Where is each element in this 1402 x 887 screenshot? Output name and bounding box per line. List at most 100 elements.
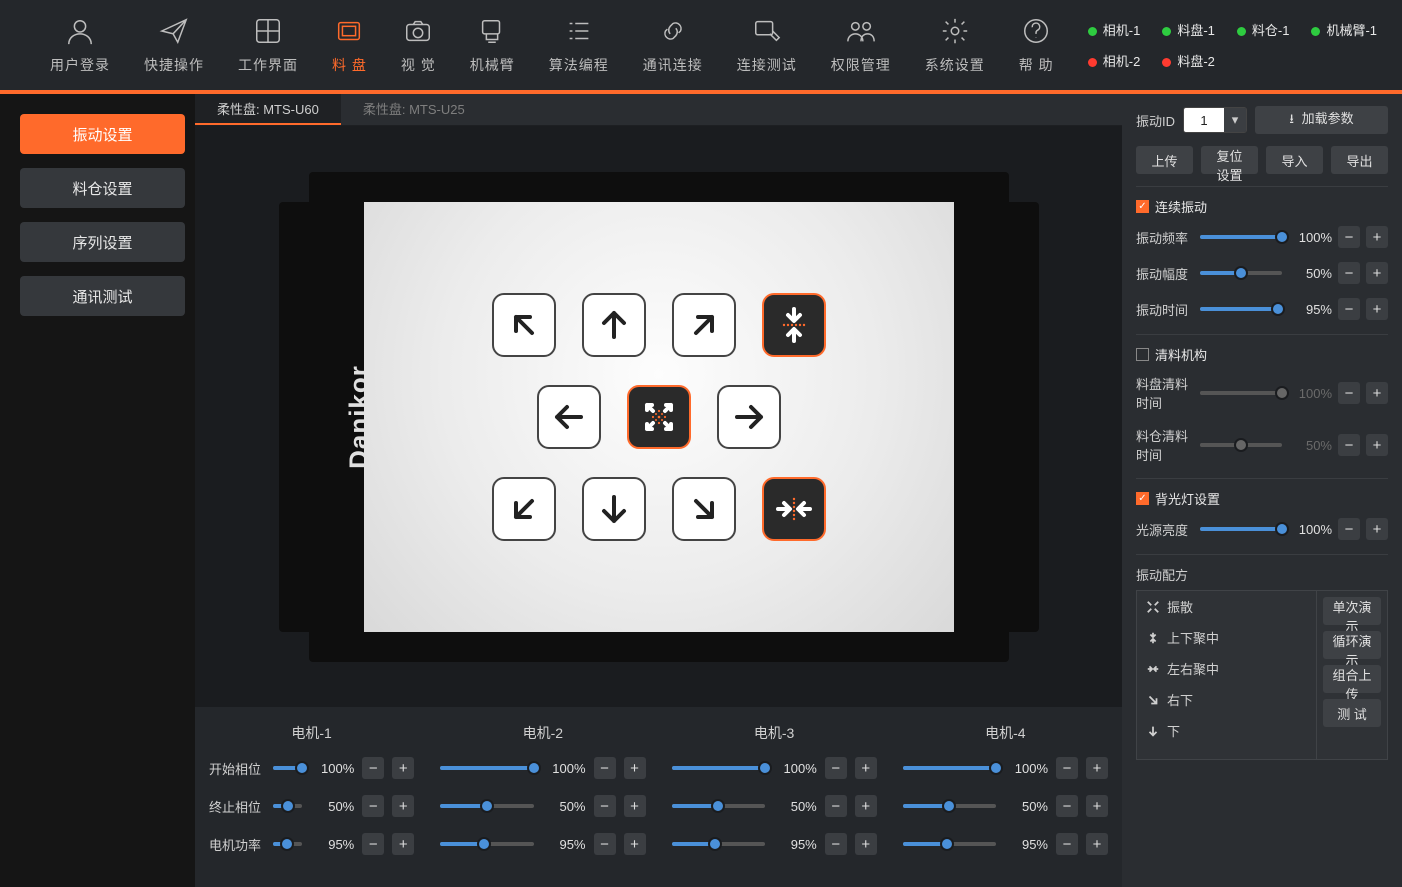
decrement-button[interactable]: − <box>362 757 384 779</box>
chevron-down-icon[interactable]: ▾ <box>1224 108 1246 132</box>
nav-item-link[interactable]: 通讯连接 <box>643 15 703 75</box>
increment-button[interactable]: + <box>1366 262 1388 284</box>
export-button[interactable]: 导出 <box>1331 146 1388 174</box>
side-tab-料仓设置[interactable]: 料仓设置 <box>20 168 185 208</box>
slider[interactable] <box>273 766 302 770</box>
nav-item-camera[interactable]: 视 觉 <box>401 15 436 75</box>
increment-button[interactable]: + <box>1366 298 1388 320</box>
load-params-button[interactable]: ⭳ 加载参数 <box>1255 106 1388 134</box>
decrement-button[interactable]: − <box>825 795 847 817</box>
decrement-button[interactable]: − <box>362 833 384 855</box>
slider[interactable] <box>672 766 765 770</box>
decrement-button[interactable]: − <box>594 757 616 779</box>
nav-item-arm[interactable]: 机械臂 <box>470 15 515 75</box>
slider[interactable] <box>903 842 996 846</box>
decrement-button[interactable]: − <box>825 757 847 779</box>
dir-btn-up-left[interactable] <box>492 293 556 357</box>
tab-柔性盘: MTS-U60[interactable]: 柔性盘: MTS-U60 <box>195 94 341 125</box>
dir-btn-right[interactable] <box>717 385 781 449</box>
decrement-button[interactable]: − <box>1338 518 1360 540</box>
nav-item-test[interactable]: 连接测试 <box>737 15 797 75</box>
recipe-btn-组合上传[interactable]: 组合上传 <box>1323 665 1381 693</box>
increment-button[interactable]: + <box>1366 226 1388 248</box>
slider[interactable] <box>440 804 533 808</box>
dir-btn-up-right[interactable] <box>672 293 736 357</box>
tab-柔性盘: MTS-U25[interactable]: 柔性盘: MTS-U25 <box>341 94 487 125</box>
slider[interactable] <box>903 804 996 808</box>
side-tab-通讯测试[interactable]: 通讯测试 <box>20 276 185 316</box>
recipe-item-振散[interactable]: 振散 <box>1137 591 1316 622</box>
vib-id-select[interactable]: 1 ▾ <box>1183 107 1247 133</box>
nav-item-list[interactable]: 算法编程 <box>549 15 609 75</box>
dir-btn-down[interactable] <box>582 477 646 541</box>
increment-button[interactable]: + <box>855 757 877 779</box>
nav-item-help[interactable]: 帮 助 <box>1019 15 1054 75</box>
decrement-button[interactable]: − <box>1056 757 1078 779</box>
increment-button[interactable]: + <box>855 833 877 855</box>
slider[interactable] <box>672 804 765 808</box>
recipe-item-上下聚中[interactable]: 上下聚中 <box>1137 622 1316 653</box>
recipe-item-左右聚中[interactable]: 左右聚中 <box>1137 653 1316 684</box>
recipe-item-下[interactable]: 下 <box>1137 715 1316 746</box>
decrement-button[interactable]: − <box>594 795 616 817</box>
recipe-btn-测 试[interactable]: 测 试 <box>1323 699 1381 727</box>
recipe-btn-单次演示[interactable]: 单次演示 <box>1323 597 1381 625</box>
dir-btn-converge-horizontal[interactable] <box>762 477 826 541</box>
slider[interactable] <box>1200 235 1282 239</box>
side-tab-振动设置[interactable]: 振动设置 <box>20 114 185 154</box>
increment-button[interactable]: + <box>392 795 414 817</box>
dir-btn-scatter[interactable] <box>627 385 691 449</box>
slider[interactable] <box>273 842 302 846</box>
decrement-button[interactable]: − <box>1056 833 1078 855</box>
increment-button[interactable]: + <box>392 833 414 855</box>
decrement-button[interactable]: − <box>825 833 847 855</box>
recipe-list[interactable]: 振散上下聚中左右聚中右下下 <box>1137 591 1317 759</box>
reset-button[interactable]: 复位设置 <box>1201 146 1258 174</box>
increment-button[interactable]: + <box>1086 833 1108 855</box>
increment-button[interactable]: + <box>1086 757 1108 779</box>
slider[interactable] <box>903 766 996 770</box>
dir-btn-left[interactable] <box>537 385 601 449</box>
slider[interactable] <box>1200 527 1282 531</box>
recipe-btn-循环演示[interactable]: 循环演示 <box>1323 631 1381 659</box>
dir-btn-down-left[interactable] <box>492 477 556 541</box>
decrement-button[interactable]: − <box>362 795 384 817</box>
increment-button[interactable]: + <box>855 795 877 817</box>
upload-button[interactable]: 上传 <box>1136 146 1193 174</box>
slider[interactable] <box>440 766 533 770</box>
slider[interactable] <box>273 804 302 808</box>
nav-item-tray[interactable]: 料 盘 <box>332 15 367 75</box>
nav-item-users[interactable]: 权限管理 <box>831 15 891 75</box>
increment-button[interactable]: + <box>624 833 646 855</box>
increment-button[interactable]: + <box>1086 795 1108 817</box>
increment-button[interactable]: + <box>392 757 414 779</box>
increment-button[interactable]: + <box>624 757 646 779</box>
slider[interactable] <box>1200 307 1282 311</box>
nav-label: 系统设置 <box>925 55 985 75</box>
nav-item-gear[interactable]: 系统设置 <box>925 15 985 75</box>
slider[interactable] <box>440 842 533 846</box>
decrement-button[interactable]: − <box>1338 262 1360 284</box>
dir-btn-down-right[interactable] <box>672 477 736 541</box>
cont-vib-toggle[interactable]: 连续振动 <box>1136 197 1388 216</box>
clean-toggle[interactable]: 清料机构 <box>1136 345 1388 364</box>
decrement-button[interactable]: − <box>594 833 616 855</box>
tray-area: Danikor <box>195 126 1122 707</box>
decrement-button[interactable]: − <box>1056 795 1078 817</box>
nav-item-grid[interactable]: 工作界面 <box>238 15 298 75</box>
increment-button[interactable]: + <box>624 795 646 817</box>
increment-button[interactable]: + <box>1366 518 1388 540</box>
side-tab-序列设置[interactable]: 序列设置 <box>20 222 185 262</box>
nav-item-user[interactable]: 用户登录 <box>50 15 110 75</box>
nav-label: 快捷操作 <box>144 55 204 75</box>
dir-btn-up[interactable] <box>582 293 646 357</box>
nav-item-send[interactable]: 快捷操作 <box>144 15 204 75</box>
recipe-item-右下[interactable]: 右下 <box>1137 684 1316 715</box>
decrement-button[interactable]: − <box>1338 226 1360 248</box>
slider[interactable] <box>672 842 765 846</box>
import-button[interactable]: 导入 <box>1266 146 1323 174</box>
dir-btn-converge-vertical[interactable] <box>762 293 826 357</box>
decrement-button[interactable]: − <box>1338 298 1360 320</box>
slider[interactable] <box>1200 271 1282 275</box>
backlight-toggle[interactable]: 背光灯设置 <box>1136 489 1388 508</box>
